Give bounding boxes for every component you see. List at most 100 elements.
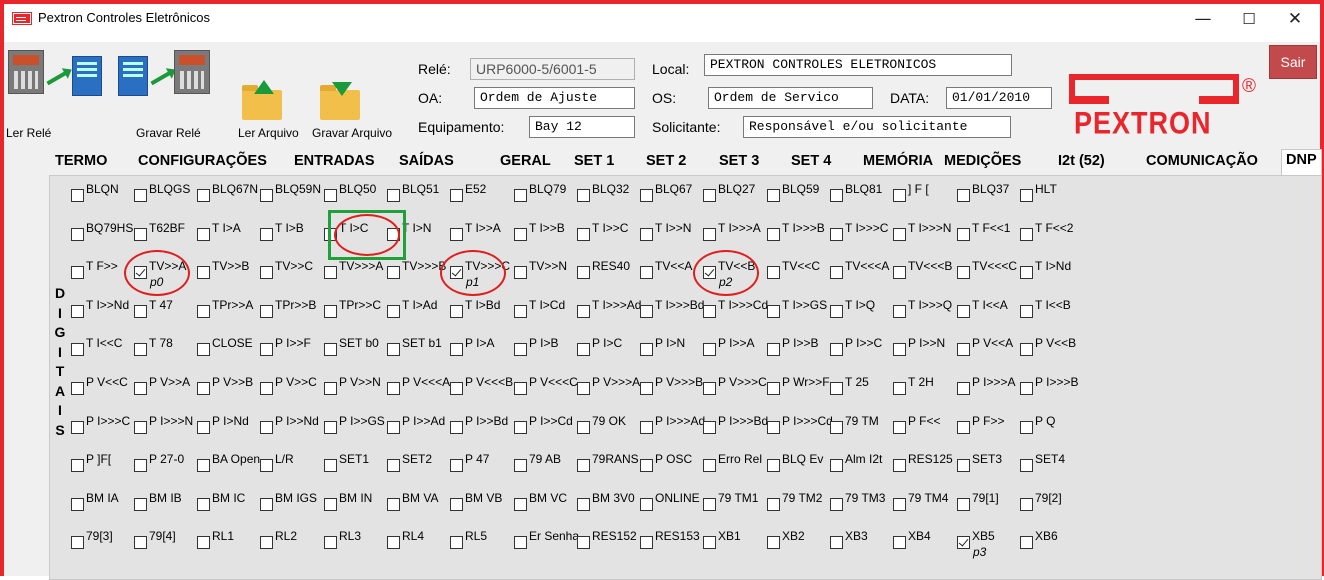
- checkbox-box[interactable]: [577, 266, 590, 280]
- checkbox-box[interactable]: [893, 497, 906, 511]
- checkbox-box[interactable]: [830, 420, 843, 434]
- checkbox-box[interactable]: [71, 420, 84, 434]
- checkbox-box[interactable]: [514, 266, 527, 280]
- checkbox-box[interactable]: [703, 304, 716, 318]
- checkbox-box[interactable]: [577, 382, 590, 395]
- checkbox-box[interactable]: [71, 266, 84, 280]
- checkbox-box[interactable]: [71, 343, 84, 357]
- checkbox-box[interactable]: [830, 227, 843, 241]
- checkbox-box[interactable]: [387, 343, 400, 357]
- checkbox-box[interactable]: [134, 343, 147, 357]
- checkbox-box[interactable]: [957, 459, 970, 473]
- checkbox-box[interactable]: [893, 459, 906, 473]
- checkbox-box[interactable]: [957, 227, 970, 241]
- checkbox-box[interactable]: [830, 459, 843, 473]
- checkbox-box[interactable]: [197, 227, 210, 241]
- checkbox-box[interactable]: [71, 189, 84, 202]
- checkbox-box[interactable]: [767, 382, 780, 395]
- checkbox-box[interactable]: [1020, 304, 1033, 318]
- checkbox-box[interactable]: [893, 382, 906, 395]
- checkbox-box[interactable]: [957, 343, 970, 357]
- tab-i2t-52-[interactable]: I2t (52): [1054, 151, 1109, 175]
- checkbox-box[interactable]: [324, 497, 337, 511]
- checkbox-box[interactable]: [134, 420, 147, 434]
- checkbox-box[interactable]: [387, 189, 400, 202]
- tab-set-4[interactable]: SET 4: [787, 151, 835, 175]
- checkbox-box[interactable]: [197, 420, 210, 434]
- checkbox-box[interactable]: [514, 536, 527, 550]
- checkbox-box[interactable]: [1020, 420, 1033, 434]
- checkbox-box[interactable]: [324, 304, 337, 318]
- checkbox-box[interactable]: [197, 459, 210, 473]
- checkbox-box[interactable]: [134, 536, 147, 550]
- checkbox-box[interactable]: [577, 343, 590, 357]
- checkbox-box[interactable]: [893, 420, 906, 434]
- sair-button[interactable]: Sair: [1269, 45, 1317, 79]
- checkbox-box[interactable]: [640, 420, 653, 434]
- checkbox-box[interactable]: [260, 420, 273, 434]
- checkbox-box[interactable]: [197, 536, 210, 550]
- checkbox-box[interactable]: [640, 536, 653, 550]
- tab-set-1[interactable]: SET 1: [570, 151, 618, 175]
- checkbox-box[interactable]: [957, 189, 970, 202]
- tab-geral[interactable]: GERAL: [496, 151, 555, 175]
- checkbox-box[interactable]: [640, 266, 653, 280]
- checkbox-box[interactable]: [640, 343, 653, 357]
- checkbox-box[interactable]: [450, 227, 463, 241]
- checkbox-box[interactable]: [514, 189, 527, 202]
- checkbox-box[interactable]: [514, 227, 527, 241]
- checkbox-box[interactable]: [260, 536, 273, 550]
- checkbox-box[interactable]: [1020, 382, 1033, 395]
- checkbox-box[interactable]: [577, 420, 590, 434]
- checkbox-box[interactable]: [1020, 189, 1033, 202]
- checkbox-box[interactable]: [893, 227, 906, 241]
- checkbox-box[interactable]: [703, 382, 716, 395]
- checkbox-box[interactable]: [260, 382, 273, 395]
- checkbox-box[interactable]: [324, 189, 337, 202]
- checkbox-box[interactable]: [450, 304, 463, 318]
- checkbox-box[interactable]: [830, 497, 843, 511]
- checkbox-box[interactable]: [450, 459, 463, 473]
- checkbox-box[interactable]: [767, 266, 780, 280]
- checkbox-box[interactable]: [134, 227, 147, 241]
- checkbox-box[interactable]: [197, 497, 210, 511]
- checkbox-box[interactable]: [767, 189, 780, 202]
- solicitante-field[interactable]: Responsável e/ou solicitante: [743, 116, 1011, 138]
- checkbox-box[interactable]: [1020, 459, 1033, 473]
- checkbox-box[interactable]: [1020, 266, 1033, 280]
- checkbox-box[interactable]: [71, 536, 84, 550]
- checkbox-box[interactable]: [260, 343, 273, 357]
- checkbox-box[interactable]: [957, 420, 970, 434]
- checkbox-box[interactable]: [197, 189, 210, 202]
- checkbox-box[interactable]: [703, 459, 716, 473]
- checkbox-box[interactable]: [577, 497, 590, 511]
- tab-mem-ria[interactable]: MEMÓRIA: [859, 151, 937, 175]
- checkbox-box[interactable]: [703, 189, 716, 202]
- tab-set-2[interactable]: SET 2: [642, 151, 690, 175]
- checkbox-box[interactable]: [197, 266, 210, 280]
- checkbox-box[interactable]: [1020, 227, 1033, 241]
- checkbox-box[interactable]: [640, 227, 653, 241]
- checkbox-box[interactable]: [324, 420, 337, 434]
- checkbox-box[interactable]: [640, 497, 653, 511]
- checkbox-box[interactable]: [830, 304, 843, 318]
- checkbox-box[interactable]: [514, 420, 527, 434]
- checkbox-box[interactable]: [387, 382, 400, 395]
- checkbox-box[interactable]: [830, 189, 843, 202]
- checkbox-box[interactable]: [640, 304, 653, 318]
- checkbox-box[interactable]: [134, 304, 147, 318]
- checkbox-box[interactable]: [830, 266, 843, 280]
- ler-rele-button[interactable]: Ler Relé: [6, 46, 106, 142]
- checkbox-box[interactable]: [767, 497, 780, 511]
- checkbox-box[interactable]: [957, 382, 970, 395]
- checkbox-box[interactable]: [450, 382, 463, 395]
- checkbox-box[interactable]: [450, 536, 463, 550]
- checkbox-box[interactable]: [450, 343, 463, 357]
- tab-dnp[interactable]: DNP: [1281, 149, 1322, 177]
- checkbox-box[interactable]: [134, 497, 147, 511]
- checkbox-box[interactable]: [324, 382, 337, 395]
- checkbox-box[interactable]: [260, 266, 273, 280]
- checkbox-box[interactable]: [767, 459, 780, 473]
- checkbox-box[interactable]: [387, 304, 400, 318]
- checkbox-box[interactable]: [387, 459, 400, 473]
